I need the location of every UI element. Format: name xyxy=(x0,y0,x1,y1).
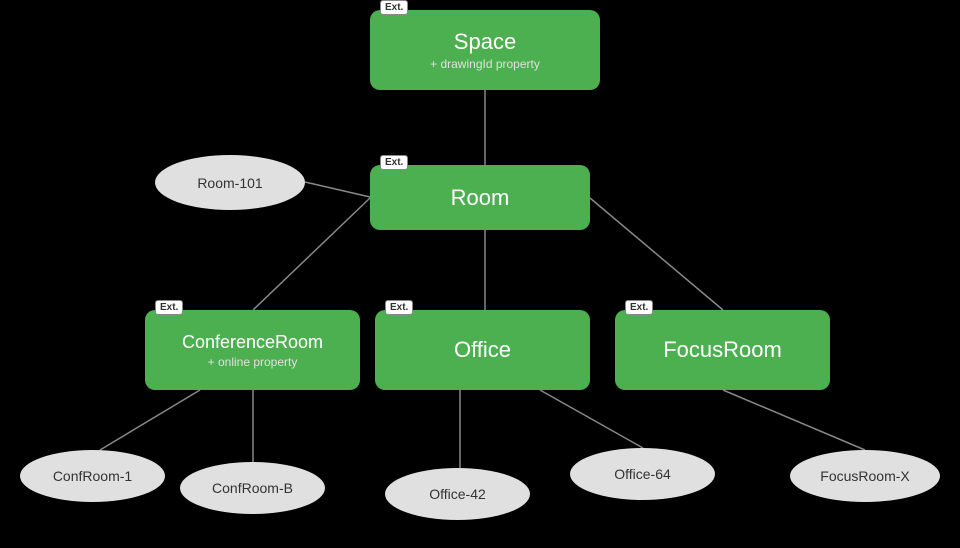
office64-label: Office-64 xyxy=(614,466,671,482)
room101-ellipse: Room-101 xyxy=(155,155,305,210)
confroom1-label: ConfRoom-1 xyxy=(53,468,132,484)
room-title: Room xyxy=(451,185,510,211)
focusroomX-label: FocusRoom-X xyxy=(820,468,909,484)
conference-node: Ext. ConferenceRoom + online property xyxy=(145,310,360,390)
office-node: Ext. Office xyxy=(375,310,590,390)
office-ext-badge: Ext. xyxy=(385,300,413,315)
room-ext-badge: Ext. xyxy=(380,155,408,170)
confroom1-ellipse: ConfRoom-1 xyxy=(20,450,165,502)
room-node: Ext. Room xyxy=(370,165,590,230)
space-node: Ext. Space + drawingId property xyxy=(370,10,600,90)
focus-node: Ext. FocusRoom xyxy=(615,310,830,390)
space-ext-badge: Ext. xyxy=(380,0,408,15)
office42-ellipse: Office-42 xyxy=(385,468,530,520)
room101-label: Room-101 xyxy=(197,175,262,191)
conference-title: ConferenceRoom xyxy=(182,332,323,353)
confroomB-ellipse: ConfRoom-B xyxy=(180,462,325,514)
space-subtitle: + drawingId property xyxy=(430,57,540,71)
office-title: Office xyxy=(454,337,511,363)
focus-title: FocusRoom xyxy=(663,337,782,363)
office64-ellipse: Office-64 xyxy=(570,448,715,500)
space-title: Space xyxy=(454,29,516,55)
conference-subtitle: + online property xyxy=(208,355,298,369)
conference-ext-badge: Ext. xyxy=(155,300,183,315)
confroomB-label: ConfRoom-B xyxy=(212,480,293,496)
focus-ext-badge: Ext. xyxy=(625,300,653,315)
office42-label: Office-42 xyxy=(429,486,486,502)
focusroomX-ellipse: FocusRoom-X xyxy=(790,450,940,502)
